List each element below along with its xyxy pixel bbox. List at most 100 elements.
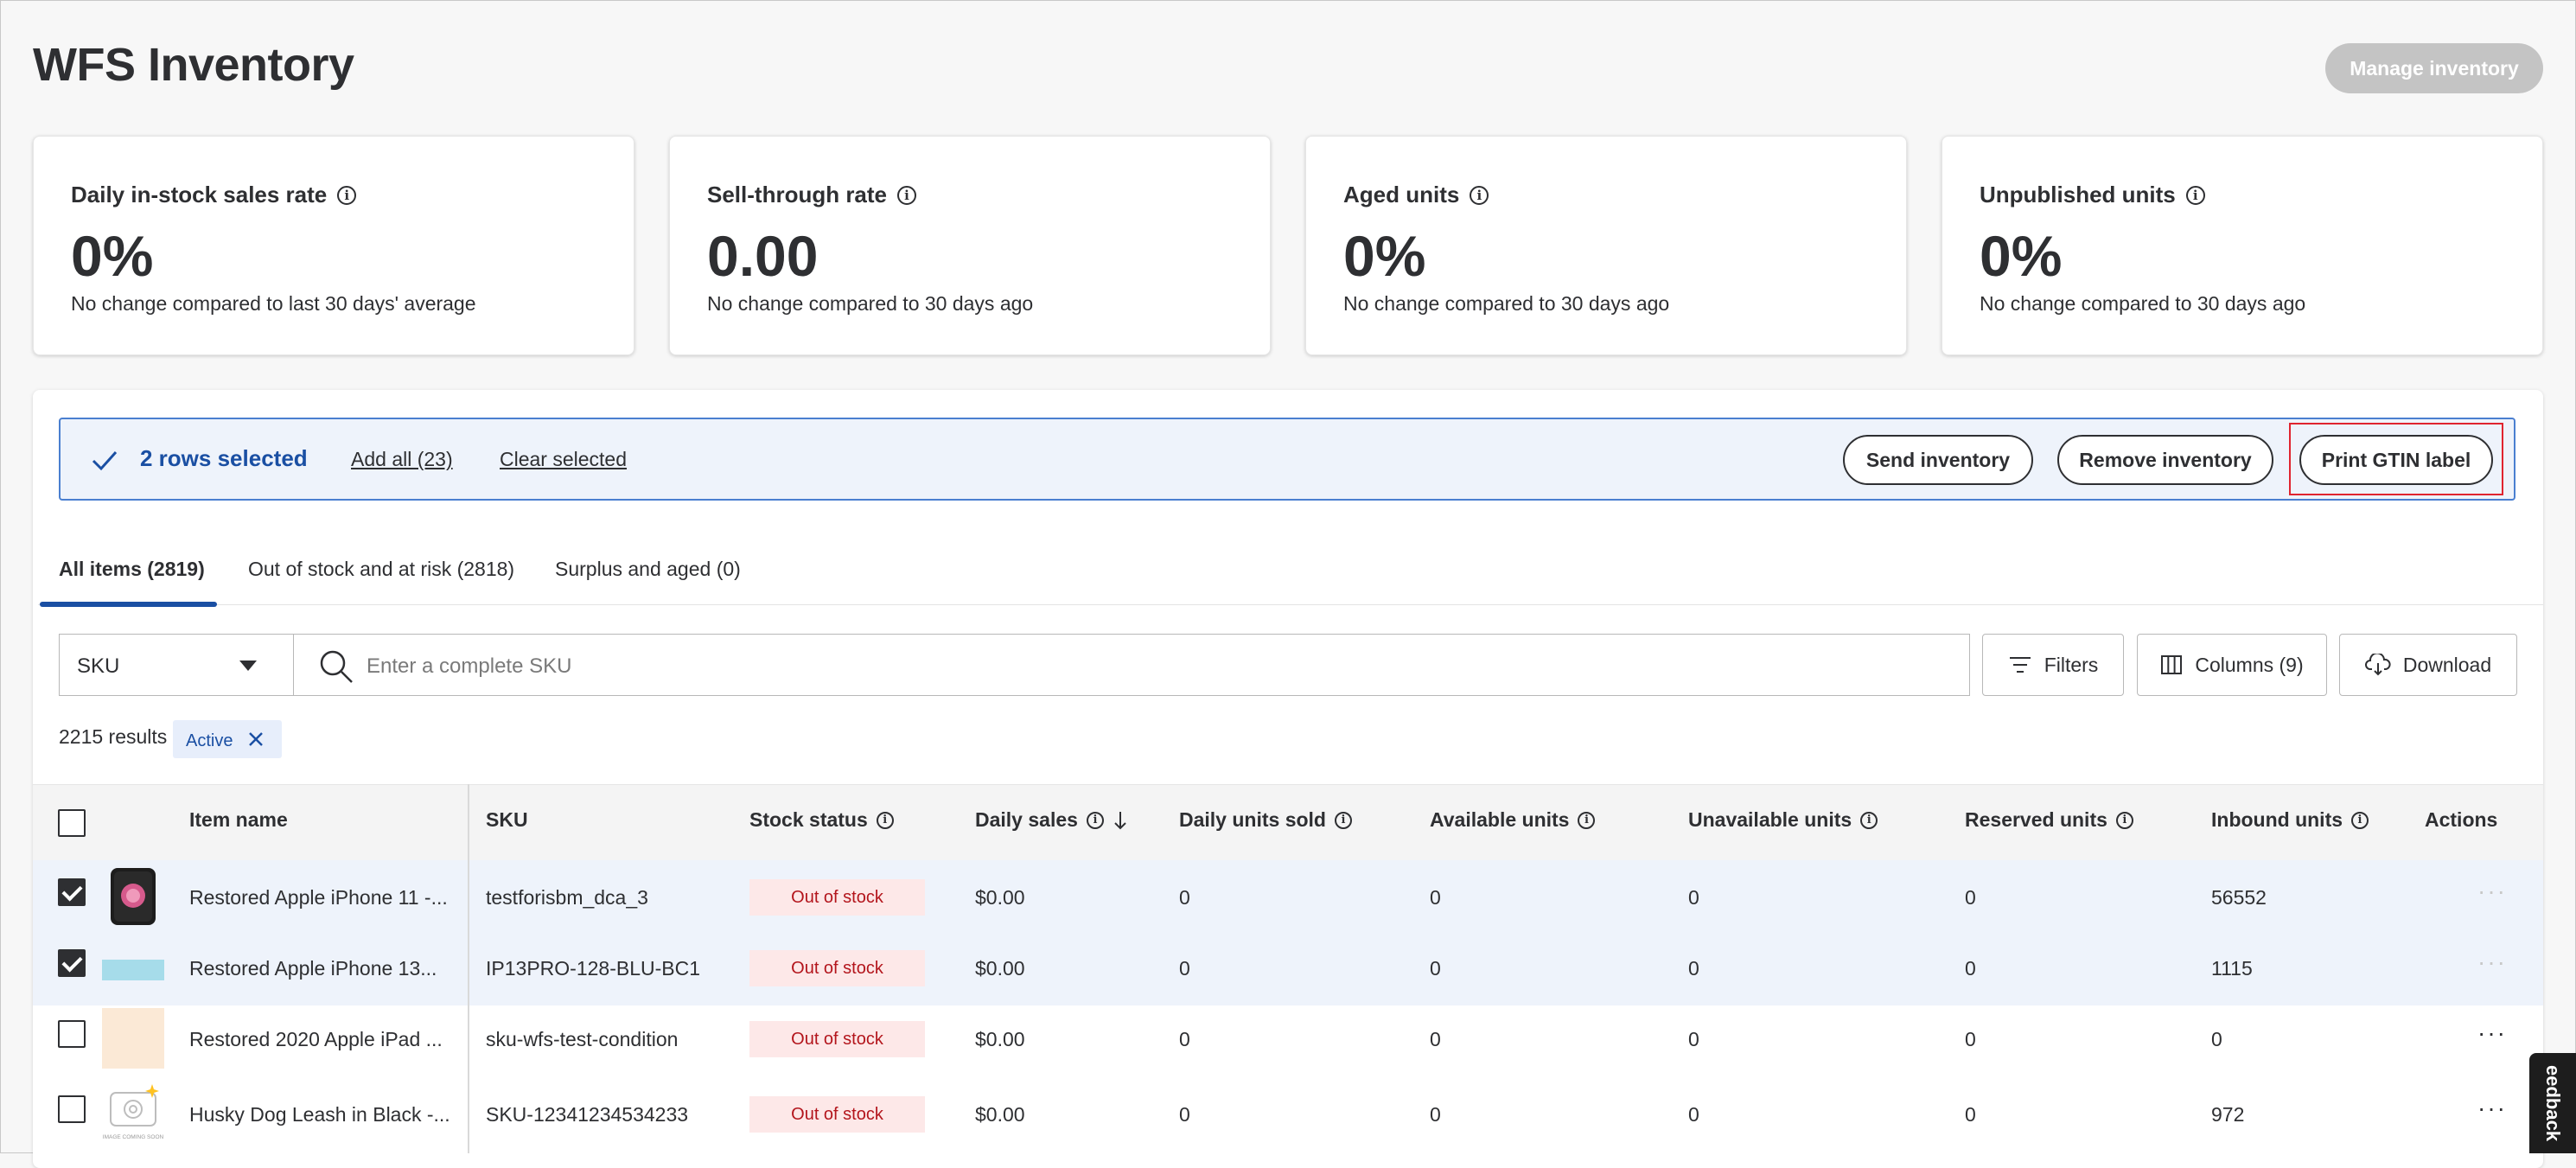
print-gtin-label-button[interactable]: Print GTIN label — [2299, 435, 2493, 485]
inbound-value: 0 — [2211, 1028, 2222, 1050]
daily-sales-value: $0.00 — [975, 886, 1025, 909]
select-all-checkbox[interactable] — [58, 809, 86, 837]
filters-button[interactable]: Filters — [1982, 634, 2124, 696]
header-label: Item name — [189, 808, 288, 831]
info-icon[interactable]: i — [876, 811, 894, 829]
download-label: Download — [2402, 653, 2492, 676]
metric-title-text: Unpublished units — [1980, 182, 2176, 207]
tab-all-items[interactable]: All items (2819) — [59, 558, 205, 581]
product-thumbnail[interactable] — [102, 960, 164, 980]
search-icon — [320, 650, 353, 683]
remove-inventory-button[interactable]: Remove inventory — [2057, 435, 2273, 485]
daily-sales-value: $0.00 — [975, 1103, 1025, 1126]
status-badge: Out of stock — [749, 1021, 925, 1057]
info-icon[interactable]: i — [1578, 811, 1596, 829]
info-icon[interactable]: i — [2185, 185, 2205, 205]
row-checkbox[interactable] — [58, 878, 86, 906]
clear-selected-link[interactable]: Clear selected — [500, 448, 627, 471]
image-coming-soon-text: IMAGE COMING SOON — [103, 1134, 164, 1140]
tab-surplus-aged[interactable]: Surplus and aged (0) — [555, 558, 741, 581]
header-label: Inbound units — [2211, 808, 2343, 831]
units-sold-value: 0 — [1179, 886, 1190, 909]
units-sold-value: 0 — [1179, 1103, 1190, 1126]
reserved-value: 0 — [1965, 1103, 1976, 1126]
status-badge: Out of stock — [749, 879, 925, 916]
product-thumbnail-iphone[interactable] — [102, 865, 164, 927]
header-label: Unavailable units — [1688, 808, 1852, 831]
results-count: 2215 results — [59, 725, 168, 748]
metric-title: Sell-through rate i — [707, 182, 917, 208]
header-item-name[interactable]: Item name — [189, 808, 288, 832]
page-title: WFS Inventory — [33, 39, 354, 91]
row-checkbox[interactable] — [58, 949, 86, 977]
header-daily-sales[interactable]: Daily sales i — [975, 808, 1128, 832]
info-icon[interactable]: i — [1470, 185, 1489, 205]
more-actions-icon[interactable]: ··· — [2477, 1019, 2507, 1047]
close-icon[interactable] — [247, 731, 265, 748]
search-type-select[interactable]: SKU — [59, 634, 294, 696]
active-tab-indicator — [40, 602, 217, 607]
header-label: Daily units sold — [1179, 808, 1326, 831]
item-name[interactable]: Restored 2020 Apple iPad ... — [189, 1028, 443, 1051]
selection-bar: 2 rows selected Add all (23) Clear selec… — [59, 418, 2515, 501]
header-label: SKU — [486, 808, 528, 831]
manage-inventory-button[interactable]: Manage inventory — [2325, 43, 2543, 93]
more-actions-icon[interactable]: ··· — [2477, 948, 2507, 976]
info-icon[interactable]: i — [2351, 811, 2369, 829]
sort-down-icon[interactable] — [1113, 810, 1128, 831]
header-daily-units-sold[interactable]: Daily units sold i — [1179, 808, 1352, 832]
item-name[interactable]: Restored Apple iPhone 13... — [189, 957, 437, 980]
header-unavailable-units[interactable]: Unavailable units i — [1688, 808, 1878, 832]
row-checkbox[interactable] — [58, 1095, 86, 1123]
info-icon[interactable]: i — [2115, 811, 2133, 829]
header-reserved-units[interactable]: Reserved units i — [1965, 808, 2133, 832]
search-type-value: SKU — [77, 654, 120, 678]
download-button[interactable]: Download — [2339, 634, 2517, 696]
metric-value: 0% — [1980, 224, 2063, 288]
header-inbound-units[interactable]: Inbound units i — [2211, 808, 2369, 832]
rows-selected-count: 2 rows selected — [140, 445, 308, 471]
add-all-link[interactable]: Add all (23) — [351, 448, 453, 471]
units-sold-value: 0 — [1179, 957, 1190, 980]
tab-divider — [38, 604, 2543, 605]
status-badge: Out of stock — [749, 950, 925, 986]
info-icon[interactable]: i — [897, 185, 917, 205]
filter-icon — [2009, 657, 2031, 673]
more-actions-icon[interactable]: ··· — [2477, 1095, 2507, 1122]
row-checkbox[interactable] — [58, 1020, 86, 1048]
columns-button[interactable]: Columns (9) — [2137, 634, 2327, 696]
metric-value: 0% — [1343, 224, 1426, 288]
search-input[interactable]: Enter a complete SKU — [293, 634, 1970, 696]
sku-value: sku-wfs-test-condition — [486, 1028, 679, 1050]
metric-card-sell-through: Sell-through rate i 0.00 No change compar… — [669, 136, 1271, 355]
metric-title: Aged units i — [1343, 182, 1489, 208]
status-badge: Out of stock — [749, 1096, 925, 1133]
metric-title: Unpublished units i — [1980, 182, 2205, 208]
send-inventory-button[interactable]: Send inventory — [1843, 435, 2033, 485]
filters-label: Filters — [2044, 653, 2099, 676]
info-icon[interactable]: i — [1086, 811, 1104, 829]
check-icon — [92, 450, 118, 471]
caret-down-icon — [239, 661, 257, 671]
header-stock-status[interactable]: Stock status i — [749, 808, 894, 832]
product-thumbnail[interactable] — [102, 1008, 164, 1069]
feedback-tab[interactable]: eedback — [2529, 1053, 2576, 1153]
info-icon[interactable]: i — [1334, 811, 1352, 829]
info-icon[interactable]: i — [337, 185, 357, 205]
header-available-units[interactable]: Available units i — [1430, 808, 1596, 832]
metric-title-text: Aged units — [1343, 182, 1460, 207]
header-sku[interactable]: SKU — [486, 808, 528, 832]
more-actions-icon[interactable]: ··· — [2477, 878, 2507, 905]
header-label: Stock status — [749, 808, 868, 831]
units-sold-value: 0 — [1179, 1028, 1190, 1050]
sku-value: testforisbm_dca_3 — [486, 886, 648, 909]
metric-subtext: No change compared to 30 days ago — [707, 292, 1034, 315]
info-icon[interactable]: i — [1860, 811, 1878, 829]
item-name[interactable]: Restored Apple iPhone 11 -... — [189, 886, 448, 910]
inbound-value: 1115 — [2211, 957, 2253, 980]
item-name[interactable]: Husky Dog Leash in Black -... — [189, 1103, 450, 1127]
tab-out-of-stock[interactable]: Out of stock and at risk (2818) — [248, 558, 514, 581]
cloud-download-icon — [2364, 654, 2391, 676]
available-value: 0 — [1430, 886, 1441, 909]
inbound-value: 972 — [2211, 1103, 2245, 1126]
